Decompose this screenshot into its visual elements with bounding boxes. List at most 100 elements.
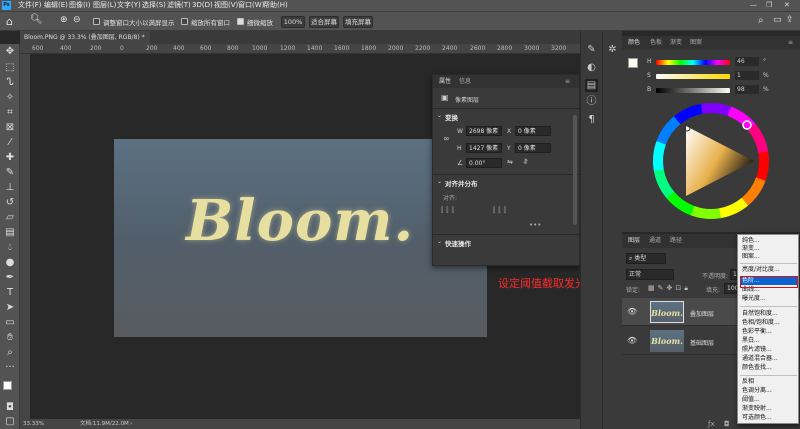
menu-image[interactable]: 图像(I) — [69, 0, 91, 11]
screen-mode-icon[interactable]: ▢ — [4, 416, 16, 428]
x-field[interactable]: 0 像素 — [515, 126, 551, 136]
menu-item-solid-color[interactable]: 纯色... — [742, 237, 796, 245]
menu-item-brightness-contrast[interactable]: 亮度/对比度... — [742, 266, 796, 274]
tab-layers[interactable]: 图层 — [628, 234, 640, 248]
menu-item-selective-color[interactable]: 可选颜色... — [742, 414, 796, 422]
menu-item-channel-mixer[interactable]: 通道混合器... — [742, 355, 796, 363]
gradient-panel-icon[interactable]: ✲ — [606, 43, 619, 56]
hand-tool-icon[interactable]: ✋︎ — [4, 332, 16, 344]
menu-item-hue-saturation[interactable]: 色相/饱和度... — [742, 319, 796, 327]
zoom-in-icon[interactable]: ⊕ — [60, 15, 68, 25]
close-icon[interactable]: ✕ — [784, 0, 790, 11]
lock-icons[interactable]: ▦✎✥⊡🔒︎ — [648, 284, 691, 293]
collapse-arrow-icon[interactable]: ⌄ — [437, 238, 442, 245]
menu-item-posterize[interactable]: 色调分离... — [742, 387, 796, 395]
width-field[interactable]: 2698 像素 — [466, 126, 502, 136]
menu-filter[interactable]: 滤镜(T) — [167, 0, 191, 11]
stamp-tool-icon[interactable]: ⊥ — [4, 182, 16, 194]
menu-item-invert[interactable]: 反相 — [742, 378, 796, 386]
align-vertical-icons[interactable]: ⫿⫿⫿ — [493, 206, 509, 215]
y-field[interactable]: 0 像素 — [515, 143, 551, 153]
menu-item-exposure[interactable]: 曝光度... — [742, 295, 796, 303]
menu-select[interactable]: 选择(S) — [142, 0, 166, 11]
collapse-arrow-icon[interactable]: ⌄ — [437, 178, 442, 185]
menu-type[interactable]: 文字(Y) — [117, 0, 141, 11]
layer-filter-select[interactable]: ⌕ 类型 — [626, 253, 666, 264]
marquee-tool-icon[interactable]: ⬚ — [4, 62, 16, 74]
more-tools-icon[interactable]: ··· — [4, 362, 16, 374]
fill-field[interactable]: 100 — [724, 283, 738, 294]
scrollbar[interactable] — [573, 115, 577, 225]
color-wheel[interactable] — [650, 100, 772, 222]
paragraph-icon[interactable]: ¶ — [585, 113, 598, 126]
resize-windows-checkbox[interactable] — [93, 18, 100, 25]
search-icon[interactable]: ⌕ — [758, 15, 764, 26]
tab-gradients[interactable]: 渐变 — [670, 36, 682, 50]
flip-horizontal-icon[interactable]: ⇋ — [507, 158, 513, 166]
menu-file[interactable]: 文件(F) — [18, 0, 42, 11]
magic-wand-icon[interactable]: ✧ — [4, 92, 16, 104]
zoom-status[interactable]: 33.33% — [23, 419, 44, 429]
move-tool-icon[interactable]: ✥ — [4, 46, 16, 58]
collapse-arrow-icon[interactable]: ⌄ — [437, 112, 442, 119]
saturation-slider[interactable] — [656, 74, 730, 79]
brush-tool-icon[interactable]: ✎ — [4, 167, 16, 179]
menu-item-pattern[interactable]: 图案... — [742, 253, 796, 261]
minimize-icon[interactable]: — — [750, 0, 757, 11]
tab-patterns[interactable]: 图案 — [690, 36, 702, 50]
hue-value[interactable]: 46 — [735, 57, 759, 66]
dodge-tool-icon[interactable]: ● — [4, 257, 16, 269]
crop-tool-icon[interactable]: ⌗ — [4, 107, 16, 119]
rectangle-tool-icon[interactable]: ▭ — [4, 317, 16, 329]
zoom-100-button[interactable]: 100% — [281, 16, 305, 28]
tab-info[interactable]: 信息 — [459, 75, 471, 88]
menu-item-gradient[interactable]: 渐变... — [742, 245, 796, 253]
menu-edit[interactable]: 编辑(E) — [44, 0, 68, 11]
healing-brush-icon[interactable]: ✚ — [4, 152, 16, 164]
foreground-color-swatch[interactable] — [628, 58, 638, 68]
align-left-icons[interactable]: ⫿⫿⫿ — [441, 206, 457, 215]
tab-paths[interactable]: 路径 — [670, 234, 682, 248]
menu-item-threshold[interactable]: 阈值... — [742, 396, 796, 404]
adjustments-icon[interactable]: ◐ — [585, 61, 598, 74]
brightness-value[interactable]: 98 — [735, 85, 759, 94]
add-mask-icon[interactable]: ◘ — [724, 420, 730, 428]
menu-window[interactable]: 窗口(W) — [238, 0, 264, 11]
zoom-all-checkbox[interactable] — [181, 18, 188, 25]
fill-screen-button[interactable]: 填充屏幕 — [343, 16, 373, 28]
tab-channels[interactable]: 通道 — [649, 234, 661, 248]
workspace-icon[interactable]: ▭ — [773, 15, 782, 25]
blend-mode-select[interactable]: 正常 — [626, 269, 674, 280]
saturation-value[interactable]: 1 — [735, 71, 759, 80]
panel-menu-icon[interactable]: ≡ — [565, 75, 570, 88]
zoom-out-icon[interactable]: ⊖ — [73, 15, 81, 25]
zoom-tool-icon[interactable]: 🔍︎ — [30, 14, 43, 25]
document-tab[interactable]: Bloom.PNG @ 33.3% (叠加图层, RGB/8) * × — [20, 31, 150, 54]
share-icon[interactable]: ⇪ — [786, 15, 794, 25]
menu-item-vibrance[interactable]: 自然饱和度... — [742, 310, 796, 318]
menu-help[interactable]: 帮助(H) — [263, 0, 288, 11]
menu-layer[interactable]: 图层(L) — [93, 0, 116, 11]
link-layers-icon[interactable]: ƒx — [708, 420, 715, 428]
menu-view[interactable]: 视图(V) — [214, 0, 238, 11]
frame-tool-icon[interactable]: ⊠ — [4, 122, 16, 134]
tab-color[interactable]: 颜色 — [628, 36, 640, 50]
tab-properties[interactable]: 属性 — [439, 75, 451, 88]
type-tool-icon[interactable]: T — [4, 287, 16, 299]
hue-slider[interactable] — [656, 60, 730, 65]
menu-item-black-white[interactable]: 黑白... — [742, 337, 796, 345]
scrubby-zoom-checkbox[interactable] — [237, 18, 244, 25]
properties-icon[interactable]: ▤ — [585, 79, 598, 92]
layer-name[interactable]: 基础图层 — [690, 338, 714, 347]
flip-vertical-icon[interactable]: ⥯ — [523, 158, 528, 167]
foreground-color-swatch[interactable] — [3, 381, 12, 390]
eraser-tool-icon[interactable]: ▱ — [4, 212, 16, 224]
gradient-tool-icon[interactable]: ▤ — [4, 227, 16, 239]
menu-3d[interactable]: 3D(D) — [192, 0, 213, 11]
visibility-eye-icon[interactable]: 👁︎ — [627, 307, 637, 316]
status-arrow-icon[interactable]: › — [130, 419, 132, 429]
path-select-icon[interactable]: ➤ — [4, 302, 16, 314]
tab-swatches[interactable]: 色板 — [650, 36, 662, 50]
layer-name[interactable]: 叠加图层 — [690, 309, 714, 318]
fit-screen-button[interactable]: 适合屏幕 — [309, 16, 339, 28]
